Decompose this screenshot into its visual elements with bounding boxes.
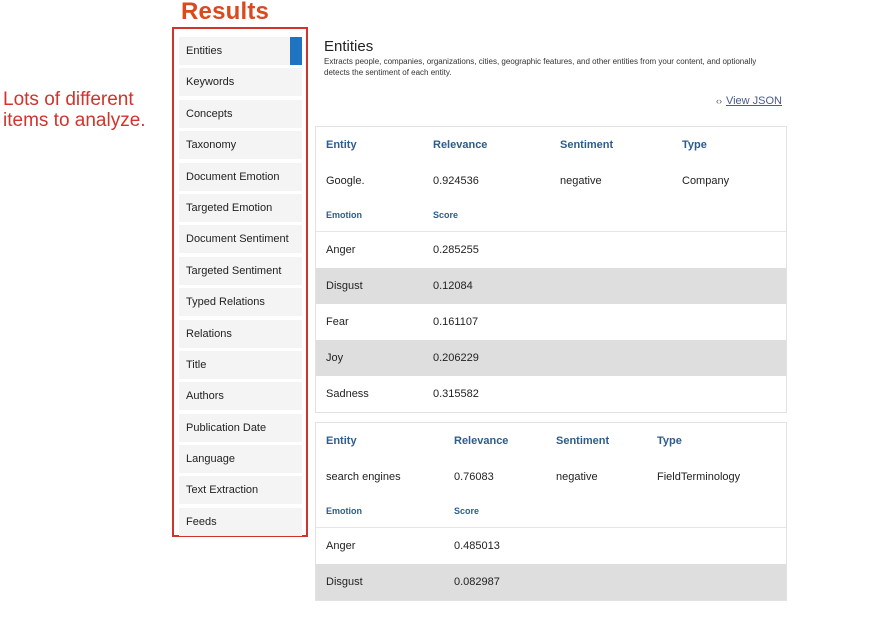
sidebar-item-label: Typed Relations xyxy=(186,296,265,309)
emotion-row: Anger 0.285255 xyxy=(316,232,786,268)
emotion-name: Sadness xyxy=(326,388,369,400)
entity-sentiment: negative xyxy=(556,471,598,483)
sidebar-item-label: Targeted Sentiment xyxy=(186,264,282,277)
entity-card: Entity Relevance Sentiment Type search e… xyxy=(315,422,787,601)
entity-type: Company xyxy=(682,175,730,187)
column-header-entity: Entity xyxy=(326,139,357,151)
sidebar-item-text-extraction[interactable]: Text Extraction xyxy=(179,476,302,505)
sidebar-item-label: Relations xyxy=(186,327,232,340)
entity-name: Google. xyxy=(326,175,365,187)
sidebar-item-label: Publication Date xyxy=(186,421,267,434)
sidebar-item-label: Feeds xyxy=(186,515,217,528)
column-header-score: Score xyxy=(454,506,480,516)
sidebar-item-targeted-emotion[interactable]: Targeted Emotion xyxy=(179,193,302,222)
emotion-name: Anger xyxy=(326,540,356,552)
entity-relevance: 0.76083 xyxy=(454,471,494,483)
main-content: Entities Extracts people, companies, org… xyxy=(315,38,787,601)
emotion-score: 0.485013 xyxy=(454,540,500,552)
annotation-callout: Lots of different items to analyze. xyxy=(3,89,173,131)
emotion-score: 0.12084 xyxy=(433,280,473,292)
sidebar-item-label: Keywords xyxy=(186,76,235,89)
entity-card: Entity Relevance Sentiment Type Google. … xyxy=(315,126,787,413)
sidebar-item-label: Taxonomy xyxy=(186,139,237,152)
column-header-relevance: Relevance xyxy=(454,435,509,447)
sidebar-item-label: Authors xyxy=(186,390,224,403)
sidebar-item-concepts[interactable]: Concepts xyxy=(179,99,302,128)
emotion-header-row: Emotion Score xyxy=(316,495,786,528)
sidebar-item-label: Targeted Emotion xyxy=(186,201,273,214)
sidebar-item-document-emotion[interactable]: Document Emotion xyxy=(179,162,302,191)
sidebar-item-targeted-sentiment[interactable]: Targeted Sentiment xyxy=(179,256,302,285)
sidebar-item-label: Document Emotion xyxy=(186,170,280,183)
sidebar-item-typed-relations[interactable]: Typed Relations xyxy=(179,288,302,317)
sidebar-item-publication-date[interactable]: Publication Date xyxy=(179,413,302,442)
emotion-name: Joy xyxy=(326,352,344,364)
emotion-score: 0.285255 xyxy=(433,244,479,256)
entity-row: search engines 0.76083 negative FieldTer… xyxy=(316,459,786,495)
emotion-row: Joy 0.206229 xyxy=(316,340,786,376)
sidebar-item-authors[interactable]: Authors xyxy=(179,382,302,411)
column-header-score: Score xyxy=(433,210,459,220)
view-json-link[interactable]: View JSON xyxy=(726,95,782,107)
entity-sentiment: negative xyxy=(560,175,602,187)
column-header-sentiment: Sentiment xyxy=(560,139,614,151)
results-heading: Results xyxy=(181,0,270,25)
entity-row: Google. 0.924536 negative Company xyxy=(316,163,786,199)
sidebar-item-label: Title xyxy=(186,358,207,371)
emotion-name: Fear xyxy=(326,316,349,328)
sidebar-item-language[interactable]: Language xyxy=(179,445,302,474)
annotation-line: items to analyze. xyxy=(3,110,146,131)
column-header-type: Type xyxy=(682,139,707,151)
column-header-type: Type xyxy=(657,435,682,447)
emotion-score: 0.315582 xyxy=(433,388,479,400)
entity-header-row: Entity Relevance Sentiment Type xyxy=(316,423,786,459)
emotion-name: Anger xyxy=(326,244,356,256)
section-title: Entities xyxy=(324,38,374,55)
column-header-relevance: Relevance xyxy=(433,139,488,151)
sidebar-item-relations[interactable]: Relations xyxy=(179,319,302,348)
entity-header-row: Entity Relevance Sentiment Type xyxy=(316,127,786,163)
sidebar-item-label: Document Sentiment xyxy=(186,233,289,246)
sidebar-nav: Entities Keywords Concepts Taxonomy Docu… xyxy=(179,37,302,539)
code-icon: ‹› xyxy=(715,96,722,106)
active-indicator xyxy=(290,37,302,65)
emotion-score: 0.082987 xyxy=(454,576,500,588)
column-header-sentiment: Sentiment xyxy=(556,435,610,447)
emotion-score: 0.206229 xyxy=(433,352,479,364)
entity-type: FieldTerminology xyxy=(657,471,741,483)
entity-relevance: 0.924536 xyxy=(433,175,479,187)
sidebar-item-entities[interactable]: Entities xyxy=(179,37,302,65)
column-header-emotion: Emotion xyxy=(326,210,362,220)
sidebar-item-feeds[interactable]: Feeds xyxy=(179,507,302,536)
emotion-name: Disgust xyxy=(326,576,363,588)
annotation-line: Lots of different xyxy=(3,89,134,110)
sidebar-item-taxonomy[interactable]: Taxonomy xyxy=(179,131,302,160)
column-header-emotion: Emotion xyxy=(326,506,362,516)
entity-name: search engines xyxy=(326,471,401,483)
emotion-name: Disgust xyxy=(326,280,363,292)
emotion-row: Disgust 0.12084 xyxy=(316,268,786,304)
emotion-row: Fear 0.161107 xyxy=(316,304,786,340)
column-header-entity: Entity xyxy=(326,435,357,447)
sidebar-item-label: Entities xyxy=(186,45,223,57)
emotion-row: Sadness 0.315582 xyxy=(316,376,786,412)
sidebar-item-keywords[interactable]: Keywords xyxy=(179,68,302,97)
emotion-row: Anger 0.485013 xyxy=(316,528,786,564)
emotion-header-row: Emotion Score xyxy=(316,199,786,232)
sidebar-item-label: Concepts xyxy=(186,107,233,120)
emotion-score: 0.161107 xyxy=(433,316,479,328)
sidebar-item-label: Language xyxy=(186,453,235,466)
sidebar-item-document-sentiment[interactable]: Document Sentiment xyxy=(179,225,302,254)
sidebar-item-title[interactable]: Title xyxy=(179,350,302,379)
sidebar-item-label: Text Extraction xyxy=(186,484,259,497)
section-description: Extracts people, companies, organization… xyxy=(324,57,757,77)
view-json-link-wrapper: ‹› View JSON xyxy=(716,95,782,107)
emotion-row: Disgust 0.082987 xyxy=(316,564,786,600)
